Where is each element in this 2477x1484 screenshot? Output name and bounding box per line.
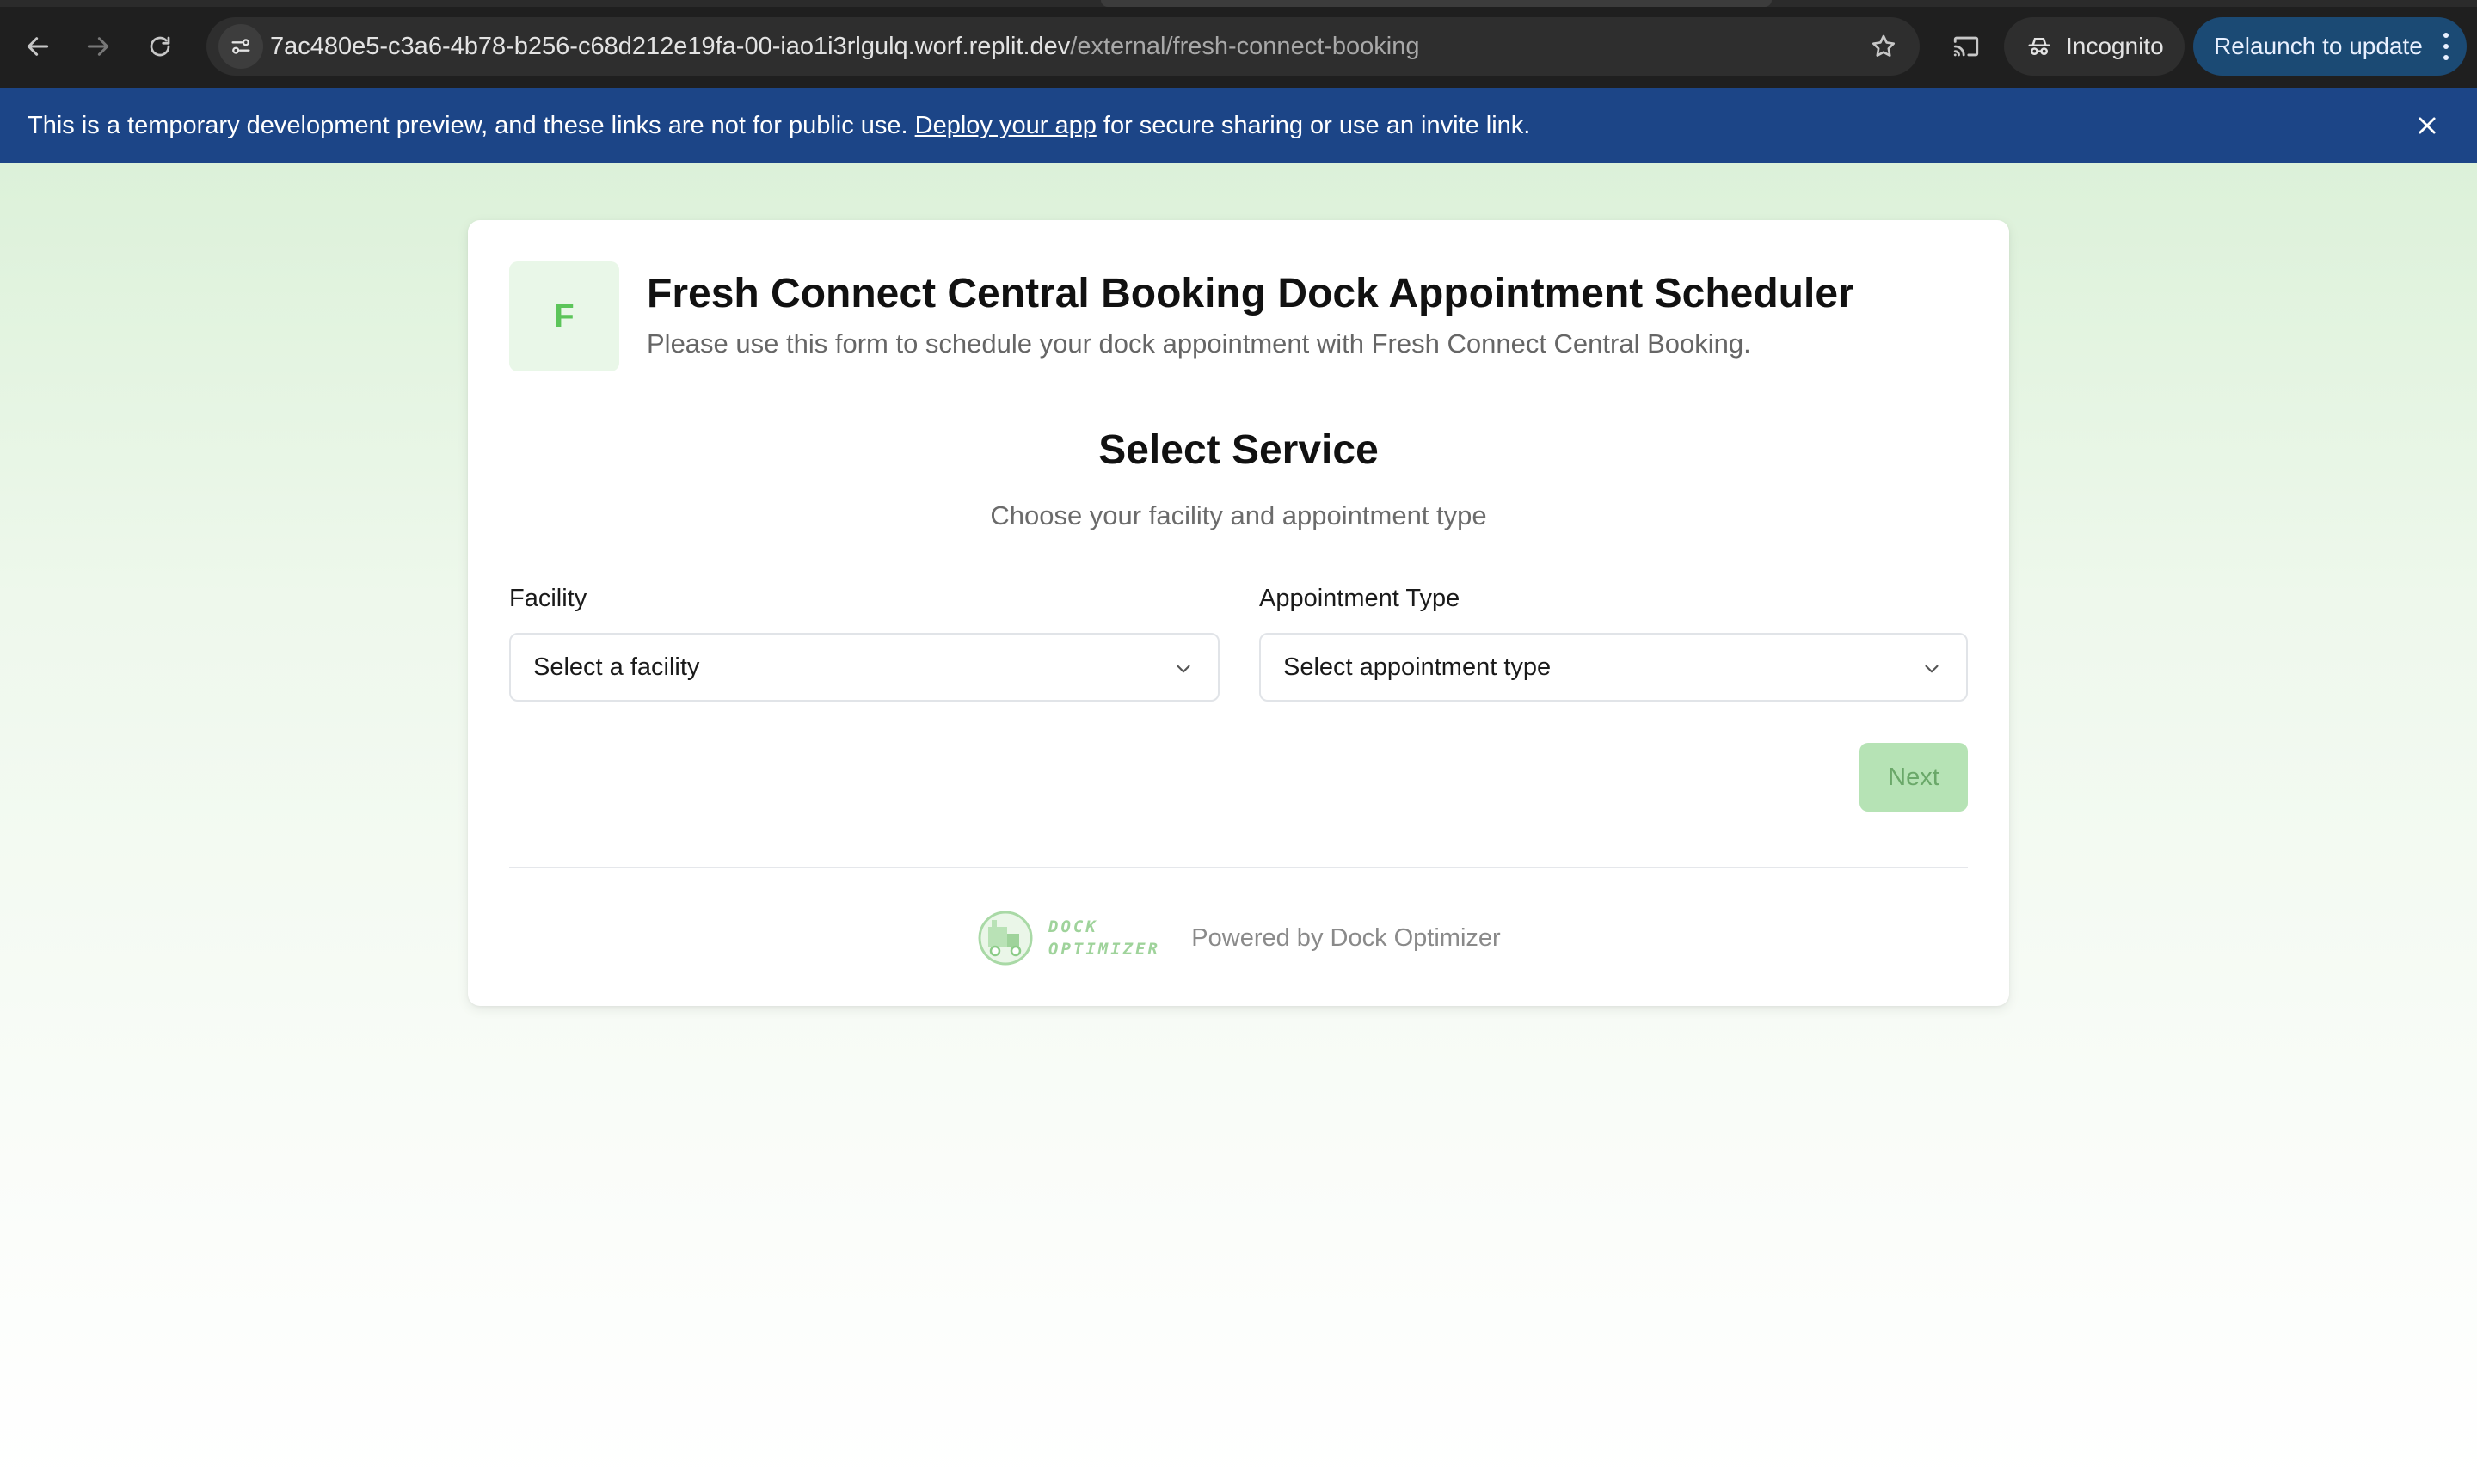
reload-icon: [150, 36, 170, 57]
org-logo: F: [509, 261, 619, 371]
url-host: 7ac480e5-c3a6-4b78-b256-c68d212e19fa-00-…: [270, 33, 1071, 60]
cast-icon: [1953, 36, 1979, 57]
facility-label: Facility: [509, 585, 587, 612]
banner-text: This is a temporary development preview,…: [28, 88, 1530, 163]
chevron-down-icon: [1920, 657, 1944, 681]
back-button[interactable]: [12, 21, 64, 72]
dock-optimizer-logo: DOCK OPTIMIZER: [978, 911, 1160, 966]
banner-text-before: This is a temporary development preview,…: [28, 112, 915, 139]
tune-icon: [231, 39, 250, 54]
bookmark-button[interactable]: [1863, 26, 1904, 67]
more-vert-icon[interactable]: [2443, 33, 2449, 60]
address-bar[interactable]: 7ac480e5-c3a6-4b78-b256-c68d212e19fa-00-…: [206, 17, 1920, 76]
appointment-type-select[interactable]: Select appointment type: [1259, 633, 1968, 702]
close-icon: [2419, 117, 2436, 134]
powered-by-text: Powered by Dock Optimizer: [1191, 923, 1501, 952]
forward-button[interactable]: [72, 21, 124, 72]
footer-divider: [509, 867, 1968, 868]
banner-text-after: for secure sharing or use an invite link…: [1096, 112, 1531, 139]
relaunch-label: Relaunch to update: [2214, 33, 2423, 59]
cast-button[interactable]: [1940, 21, 1992, 72]
facility-select[interactable]: Select a facility: [509, 633, 1220, 702]
incognito-indicator[interactable]: Incognito: [2004, 17, 2185, 76]
page-description: Please use this form to schedule your do…: [647, 328, 1751, 359]
step-title: Select Service: [1098, 427, 1379, 473]
logo-line-2: OPTIMIZER: [1048, 940, 1160, 959]
browser-toolbar: 7ac480e5-c3a6-4b78-b256-c68d212e19fa-00-…: [0, 0, 2477, 88]
url-text[interactable]: 7ac480e5-c3a6-4b78-b256-c68d212e19fa-00-…: [270, 29, 1420, 64]
url-path: /external/fresh-connect-booking: [1070, 33, 1420, 60]
logo-line-1: DOCK: [1048, 917, 1098, 936]
star-icon: [1872, 34, 1896, 57]
incognito-label: Incognito: [2066, 33, 2164, 59]
org-logo-letter: F: [554, 297, 575, 334]
appointment-type-label: Appointment Type: [1259, 585, 1460, 612]
reload-button[interactable]: [134, 21, 186, 72]
banner-close-button[interactable]: [2412, 110, 2443, 141]
dev-preview-banner: This is a temporary development preview,…: [0, 88, 2477, 163]
site-info-button[interactable]: [218, 24, 263, 69]
arrow-left-icon: [27, 37, 49, 56]
arrow-right-icon: [87, 37, 109, 56]
chevron-down-icon: [1171, 657, 1195, 681]
relaunch-button[interactable]: Relaunch to update: [2193, 17, 2467, 76]
appointment-type-select-value: Select appointment type: [1283, 653, 1552, 681]
step-subtitle: Choose your facility and appointment typ…: [990, 500, 1487, 530]
incognito-icon: [2028, 38, 2050, 55]
page-title: Fresh Connect Central Booking Dock Appoi…: [647, 271, 1854, 316]
card-footer: DOCK OPTIMIZER Powered by Dock Optimizer: [468, 908, 2009, 968]
active-tab-edge[interactable]: [1101, 0, 1772, 7]
deploy-app-link[interactable]: Deploy your app: [915, 112, 1097, 139]
booking-card: F Fresh Connect Central Booking Dock App…: [468, 220, 2009, 1006]
facility-select-value: Select a facility: [533, 653, 700, 681]
next-button[interactable]: Next: [1859, 743, 1968, 812]
